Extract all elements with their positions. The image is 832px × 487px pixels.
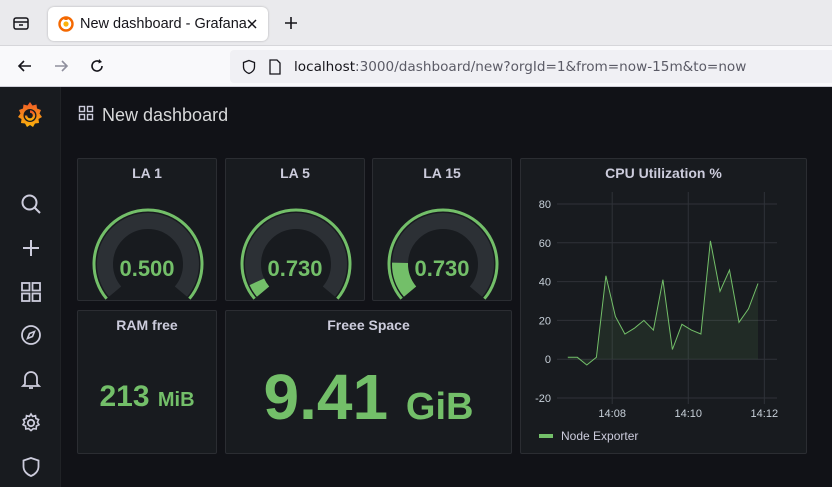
x-tick-label: 14:08 [598, 408, 626, 420]
panel-title[interactable]: RAM free [78, 317, 216, 333]
browser-tab[interactable]: New dashboard - Grafana [48, 7, 268, 41]
stat-unit: MiB [157, 389, 195, 411]
address-bar[interactable]: localhost:3000/dashboard/new?orgId=1&fro… [230, 50, 832, 83]
x-tick-label: 14:12 [751, 408, 779, 420]
panel-cpu-utilization[interactable]: CPU Utilization % 80 60 40 20 0 -20 14:08 14:10… [520, 158, 807, 454]
plus-icon[interactable] [18, 235, 44, 261]
gear-icon[interactable] [18, 410, 44, 436]
dashboard-header: New dashboard [78, 104, 228, 126]
url-text: localhost:3000/dashboard/new?orgId=1&fro… [294, 59, 746, 75]
gauge-value: 0.500 [119, 256, 175, 281]
stat-number: 213 [99, 380, 150, 413]
tracking-shield-icon[interactable] [240, 58, 258, 76]
reload-icon[interactable] [85, 54, 109, 78]
y-tick-label: 40 [539, 277, 551, 289]
page-info-icon[interactable] [266, 58, 284, 76]
shield-icon[interactable] [18, 454, 44, 480]
chart-legend[interactable]: Node Exporter [539, 429, 638, 443]
panel-la15[interactable]: LA 15 0.730 [372, 158, 512, 301]
y-tick-label: 20 [539, 315, 551, 327]
close-tab-icon[interactable] [244, 16, 260, 32]
side-menu [0, 87, 61, 487]
browser-tab-bar: New dashboard - Grafana [0, 0, 832, 46]
browser-nav-bar: localhost:3000/dashboard/new?orgId=1&fro… [0, 46, 832, 87]
panel-ram-free[interactable]: RAM free 213 MiB [77, 310, 217, 454]
y-tick-label: 60 [539, 238, 551, 250]
panel-title[interactable]: Freee Space [226, 317, 511, 333]
gauge-value: 0.730 [414, 256, 470, 281]
y-tick-label: 0 [545, 354, 551, 366]
grafana-logo-icon[interactable] [14, 99, 46, 131]
back-arrow-icon[interactable] [13, 54, 37, 78]
forward-arrow-icon[interactable] [49, 54, 73, 78]
search-icon[interactable] [18, 191, 44, 217]
alerting-bell-icon[interactable] [18, 366, 44, 392]
stat-unit: GiB [405, 386, 474, 428]
stat-value: 213 MiB [78, 380, 216, 414]
gauge-value: 0.730 [267, 256, 323, 281]
dashboard-grid-icon [78, 105, 94, 126]
legend-label: Node Exporter [561, 429, 639, 443]
cpu-chart: 80 60 40 20 0 -20 14:08 14:10 14:12 [535, 192, 779, 420]
gauge-fill [249, 278, 270, 297]
dashboard-title[interactable]: New dashboard [102, 105, 228, 126]
grafana-app: New dashboard LA 1 0.500 LA 5 0.730 LA 1… [0, 87, 832, 487]
url-host: localhost [294, 58, 356, 75]
grafana-favicon-icon [58, 16, 74, 32]
stat-value: 9.41 GiB [226, 360, 511, 434]
legend-swatch [539, 434, 553, 438]
y-tick-label: 80 [539, 199, 551, 211]
tab-list-icon[interactable] [8, 10, 34, 36]
x-tick-label: 14:10 [674, 408, 702, 420]
panel-free-space[interactable]: Freee Space 9.41 GiB [225, 310, 512, 454]
url-path: :3000/dashboard/new?orgId=1&from=now-15m… [355, 58, 747, 75]
new-tab-plus-icon[interactable] [280, 12, 302, 34]
series-area [567, 240, 758, 365]
panel-la1[interactable]: LA 1 0.500 [77, 158, 217, 301]
y-tick-label: -20 [535, 393, 551, 405]
panel-la5[interactable]: LA 5 0.730 [225, 158, 365, 301]
stat-number: 9.41 [263, 361, 389, 433]
dashboards-icon[interactable] [18, 279, 44, 305]
tab-title: New dashboard - Grafana [80, 16, 247, 32]
explore-icon[interactable] [18, 322, 44, 348]
